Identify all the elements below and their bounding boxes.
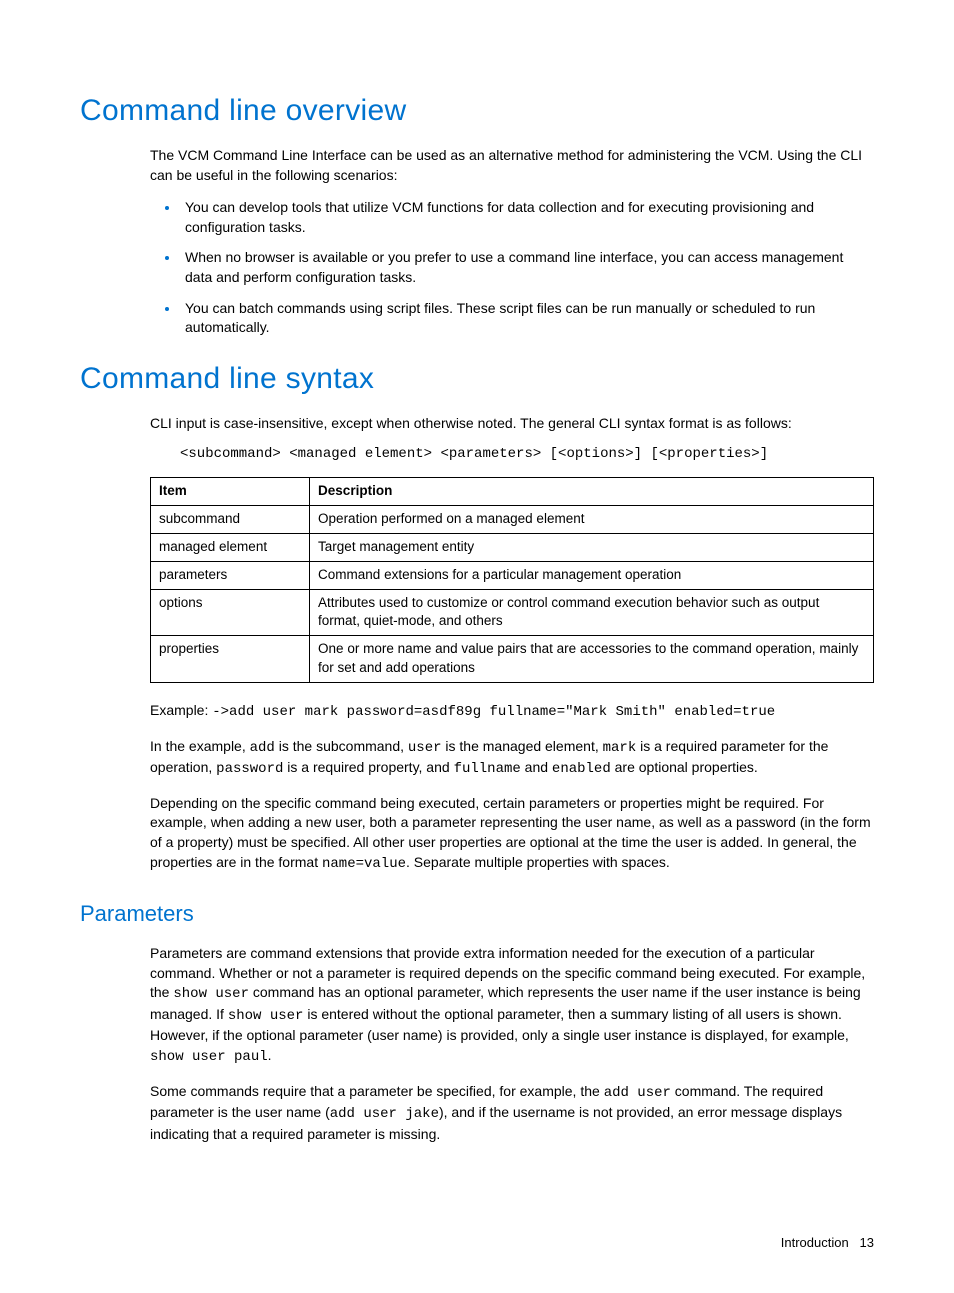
table-header-item: Item	[151, 477, 310, 505]
table-cell: Command extensions for a particular mana…	[310, 561, 874, 589]
heading-parameters: Parameters	[80, 899, 874, 930]
parameters-paragraph-2: Some commands require that a parameter b…	[150, 1082, 874, 1145]
syntax-table: Item Description subcommand Operation pe…	[150, 477, 874, 683]
table-cell: One or more name and value pairs that ar…	[310, 636, 874, 683]
example-line: Example: ->add user mark password=asdf89…	[150, 701, 874, 723]
syntax-intro: CLI input is case-insensitive, except wh…	[150, 414, 874, 434]
page-footer: Introduction 13	[80, 1234, 874, 1252]
table-cell: Operation performed on a managed element	[310, 505, 874, 533]
table-cell: Target management entity	[310, 533, 874, 561]
list-item: You can develop tools that utilize VCM f…	[180, 197, 874, 237]
footer-page-number: 13	[860, 1235, 874, 1250]
example-explanation-1: In the example, add is the subcommand, u…	[150, 737, 874, 780]
list-item: You can batch commands using script file…	[180, 298, 874, 338]
list-item: When no browser is available or you pref…	[180, 247, 874, 287]
overview-intro: The VCM Command Line Interface can be us…	[150, 146, 874, 185]
table-row: options Attributes used to customize or …	[151, 589, 874, 636]
heading-syntax: Command line syntax	[80, 358, 874, 400]
table-cell: Attributes used to customize or control …	[310, 589, 874, 636]
example-label: Example:	[150, 702, 212, 718]
table-cell: options	[151, 589, 310, 636]
table-row: properties One or more name and value pa…	[151, 636, 874, 683]
table-header-row: Item Description	[151, 477, 874, 505]
table-cell: managed element	[151, 533, 310, 561]
table-cell: parameters	[151, 561, 310, 589]
table-cell: subcommand	[151, 505, 310, 533]
table-row: parameters Command extensions for a part…	[151, 561, 874, 589]
table-header-description: Description	[310, 477, 874, 505]
example-code: ->add user mark password=asdf89g fullnam…	[212, 704, 775, 720]
footer-section: Introduction	[781, 1235, 849, 1250]
heading-overview: Command line overview	[80, 90, 874, 132]
example-explanation-2: Depending on the specific command being …	[150, 794, 874, 874]
parameters-paragraph-1: Parameters are command extensions that p…	[150, 944, 874, 1068]
table-cell: properties	[151, 636, 310, 683]
syntax-format-code: <subcommand> <managed element> <paramete…	[180, 445, 874, 465]
table-row: subcommand Operation performed on a mana…	[151, 505, 874, 533]
table-row: managed element Target management entity	[151, 533, 874, 561]
overview-bullet-list: You can develop tools that utilize VCM f…	[150, 197, 874, 338]
